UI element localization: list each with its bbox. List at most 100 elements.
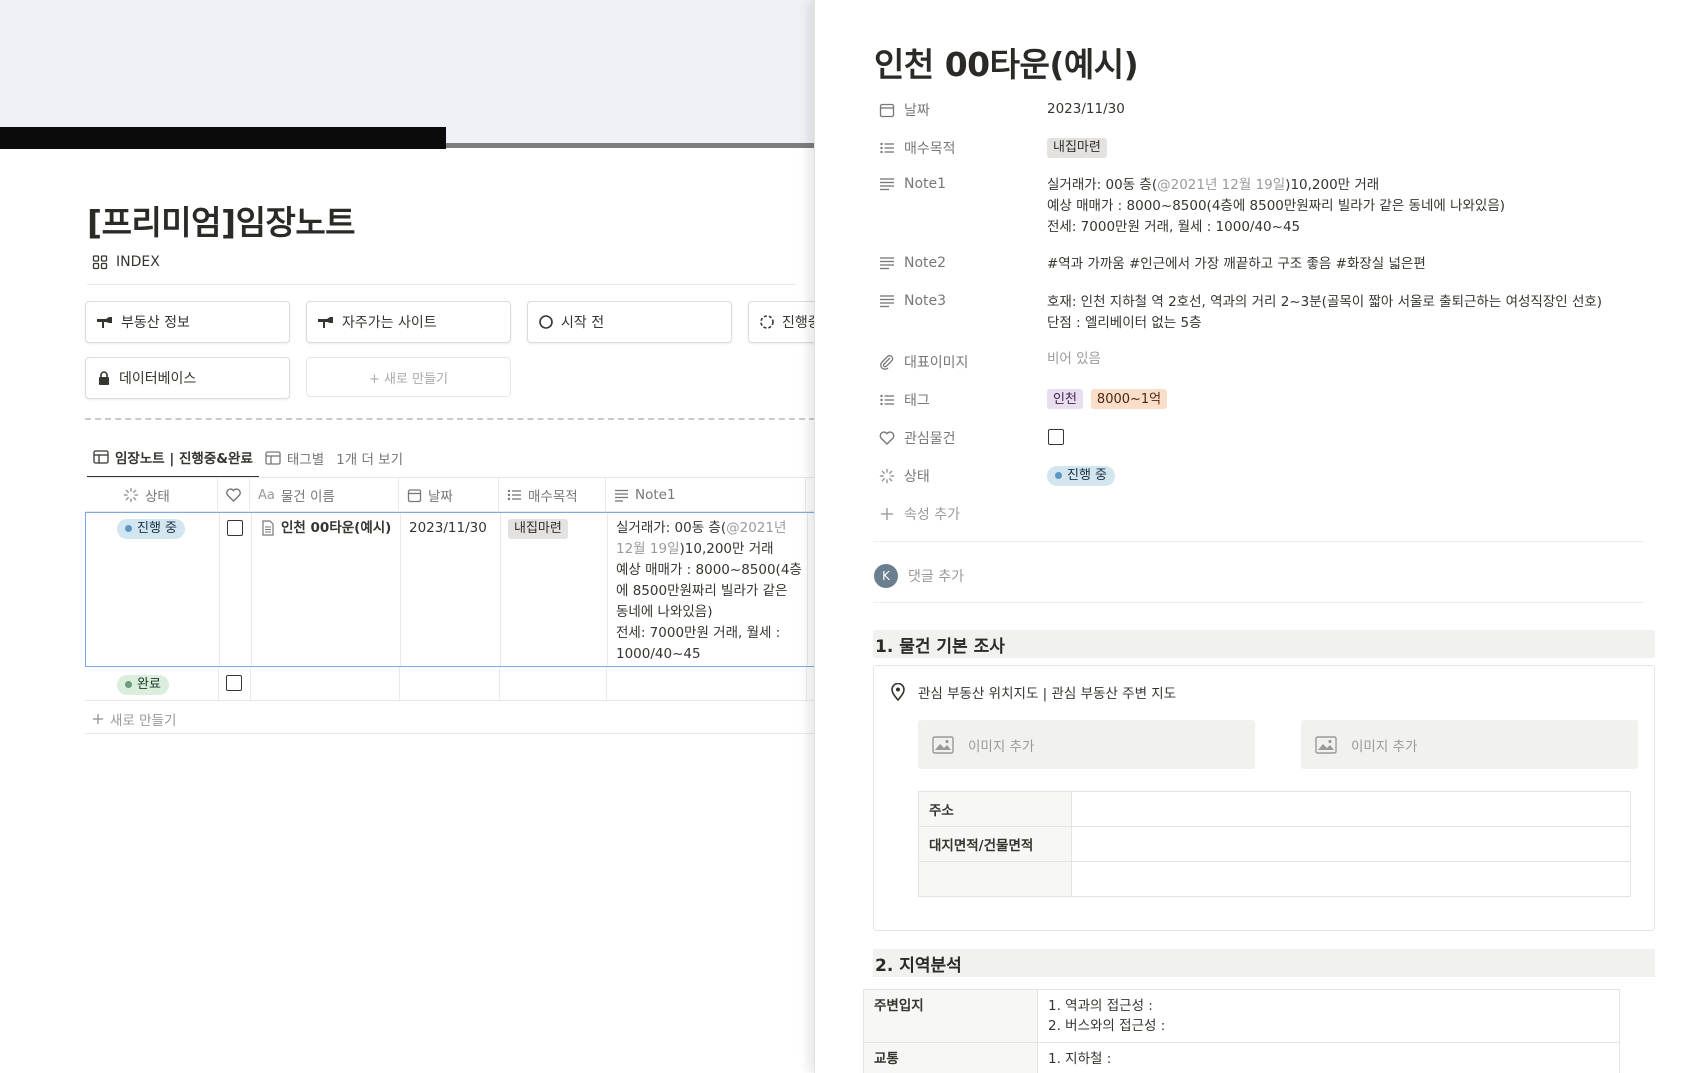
column-divider [400, 513, 401, 666]
callout-text[interactable]: 관심 부동산 위치지도 | 관심 부동산 주변 지도 [918, 682, 1176, 702]
circle-icon [539, 315, 553, 329]
property-image[interactable]: 대표이미지 [879, 352, 968, 372]
note-line: 호재: 인천 지하철 역 2호선, 역과의 거리 2~3분(골목이 짧아 서울로… [1047, 294, 1603, 310]
new-button[interactable]: + 새로 만들기 [306, 357, 511, 397]
table-header-cell[interactable] [918, 861, 1072, 897]
property-tags[interactable]: 태그 [879, 390, 930, 410]
table-cell[interactable]: 1. 지하철 : [1037, 1042, 1620, 1073]
column-divider [399, 667, 400, 701]
property-note3-value[interactable]: 호재: 인천 지하철 역 2호선, 역과의 거리 2~3분(골목이 짧아 서울로… [1047, 292, 1602, 334]
button-not-started[interactable]: 시작 전 [527, 301, 732, 343]
note-line: 전세: 7000만원 거래, 월세 : 1000/40~45 [1047, 219, 1301, 235]
button-real-estate-info[interactable]: 부동산 정보 [85, 301, 290, 343]
table-cell[interactable] [1071, 861, 1631, 897]
column-header-label: 날짜 [428, 489, 453, 505]
index-link[interactable]: INDEX [92, 254, 160, 270]
note1-line: 실거래가: 00동 층(@2021년 [616, 520, 787, 536]
note1-line: 동네에 나와있음) [616, 604, 713, 620]
table-header-cell[interactable]: 대지면적/건물면적 [918, 826, 1072, 862]
column-header-status[interactable]: 상태 [85, 478, 218, 512]
comment-placeholder: 댓글 추가 [908, 569, 964, 585]
note1-cell[interactable]: 실거래가: 00동 층(@2021년 12월 19일)10,200만 거래 예상… [616, 518, 806, 665]
date-mention[interactable]: @2021년 12월 19일 [1157, 177, 1285, 193]
name-text: 인천 00타운(예시) [281, 520, 392, 536]
date-mention[interactable]: @2021년 [726, 520, 786, 536]
button-label: 시작 전 [561, 315, 605, 331]
column-header-favorite[interactable] [218, 478, 250, 512]
text-lines-icon [880, 295, 894, 308]
button-database[interactable]: 데이터베이스 [85, 357, 290, 399]
column-header-date[interactable]: 날짜 [399, 478, 499, 512]
table-header-cell[interactable]: 주변입지 [863, 989, 1038, 1043]
property-note2-value[interactable]: #역과 가까움 #인근에서 가장 깨끝하고 구조 좋음 #화장실 넓은편 [1047, 254, 1426, 275]
column-header-name[interactable]: Aa 물건 이름 [250, 478, 399, 512]
status-badge: 진행 중 [1047, 465, 1116, 486]
property-tags-value[interactable]: 인천 8000~1억 [1047, 389, 1168, 409]
property-favorite-value[interactable] [1048, 429, 1064, 452]
table-cell[interactable]: 1. 역과의 접근성 : 2. 버스와의 접근성 : [1037, 989, 1620, 1043]
column-header-note1[interactable]: Note1 [606, 478, 806, 512]
property-favorite[interactable]: 관심물건 [879, 428, 956, 448]
tab-more[interactable]: 1개 더 보기 [330, 446, 409, 478]
button-label: 데이터베이스 [119, 371, 197, 387]
status-cell[interactable]: 완료 [117, 674, 169, 695]
date-mention[interactable]: 12월 19일 [616, 541, 680, 557]
text-lines-icon [615, 489, 628, 502]
property-label: 대표이미지 [904, 355, 969, 371]
favorite-checkbox[interactable] [227, 520, 243, 536]
purpose-cell[interactable]: 내집마련 [508, 518, 568, 539]
table-cell[interactable] [1071, 791, 1631, 827]
property-purpose[interactable]: 매수목적 [879, 138, 956, 158]
table-row[interactable]: 완료 [85, 667, 815, 701]
cover-image [0, 0, 815, 148]
property-date[interactable]: 날짜 [879, 100, 930, 120]
plus-icon [93, 714, 103, 724]
tab-in-progress-done[interactable]: 임장노트 | 진행중&완료 [87, 446, 259, 478]
status-cell[interactable]: 진행 중 [117, 518, 186, 539]
note-line: 실거래가: 00동 층(@2021년 12월 19일)10,200만 거래 [1047, 177, 1380, 193]
property-status-value[interactable]: 진행 중 [1047, 465, 1116, 486]
background-page: [프리미엄]임장노트 INDEX 부동산 정보 자주가는 사이트 시작 전 진행… [0, 0, 815, 1073]
property-image-value[interactable]: 비어 있음 [1047, 349, 1101, 370]
name-cell[interactable]: 인천 00타운(예시) [261, 518, 396, 539]
table-header-cell[interactable]: 교통 [863, 1042, 1038, 1073]
button-in-progress[interactable]: 진행중 [748, 301, 815, 343]
table-icon [93, 450, 109, 464]
property-note3[interactable]: Note3 [879, 293, 946, 309]
button-frequent-sites[interactable]: 자주가는 사이트 [306, 301, 511, 343]
tab-by-tag[interactable]: 태그별 [259, 446, 330, 478]
callout-block[interactable]: 관심 부동산 위치지도 | 관심 부동산 주변 지도 이미지 추가 이미지 추가… [873, 665, 1655, 931]
peek-title[interactable]: 인천 00타운(예시) [874, 38, 1139, 86]
image-add-placeholder[interactable]: 이미지 추가 [918, 720, 1255, 769]
section-heading-regional-analysis[interactable]: 2. 지역분석 [873, 949, 1655, 977]
table-row[interactable]: 진행 중 인천 00타운(예시) 2023/11/30 내집마련 실거래가: 0… [85, 512, 815, 667]
favorite-checkbox[interactable] [1048, 429, 1064, 445]
note1-line: 에 8500만원짜리 빌라가 같은 [616, 583, 788, 599]
image-add-placeholder[interactable]: 이미지 추가 [1301, 720, 1638, 769]
button-label: 진행중 [782, 315, 815, 331]
column-header-label: Note1 [635, 487, 676, 503]
text-type-icon: Aa [258, 487, 275, 503]
column-header-purpose[interactable]: 매수목적 [499, 478, 606, 512]
favorite-checkbox-cell[interactable] [227, 520, 243, 543]
table-row: 교통 1. 지하철 : [863, 1042, 1620, 1073]
favorite-checkbox[interactable] [226, 675, 242, 691]
favorite-checkbox-cell[interactable] [226, 675, 242, 698]
column-divider [500, 513, 501, 666]
page-title: [프리미엄]임장노트 [87, 203, 356, 242]
new-row-button[interactable]: 새로 만들기 [92, 709, 176, 729]
note1-line: 12월 19일)10,200만 거래 [616, 541, 774, 557]
comment-input[interactable]: K 댓글 추가 [874, 564, 964, 588]
property-status[interactable]: 상태 [879, 466, 930, 486]
property-date-value[interactable]: 2023/11/30 [1047, 99, 1125, 120]
add-property-button[interactable]: 속성 추가 [879, 504, 960, 524]
table-header-cell[interactable]: 주소 [918, 791, 1072, 827]
table-cell[interactable] [1071, 826, 1631, 862]
property-note2[interactable]: Note2 [879, 255, 946, 271]
section-heading-basic-research[interactable]: 1. 물건 기본 조사 [873, 630, 1655, 658]
property-note1[interactable]: Note1 [879, 176, 946, 192]
tab-label: 태그별 [286, 452, 325, 468]
property-purpose-value[interactable]: 내집마련 [1047, 137, 1107, 158]
property-note1-value[interactable]: 실거래가: 00동 층(@2021년 12월 19일)10,200만 거래 예상… [1047, 175, 1505, 238]
date-cell[interactable]: 2023/11/30 [409, 518, 487, 539]
